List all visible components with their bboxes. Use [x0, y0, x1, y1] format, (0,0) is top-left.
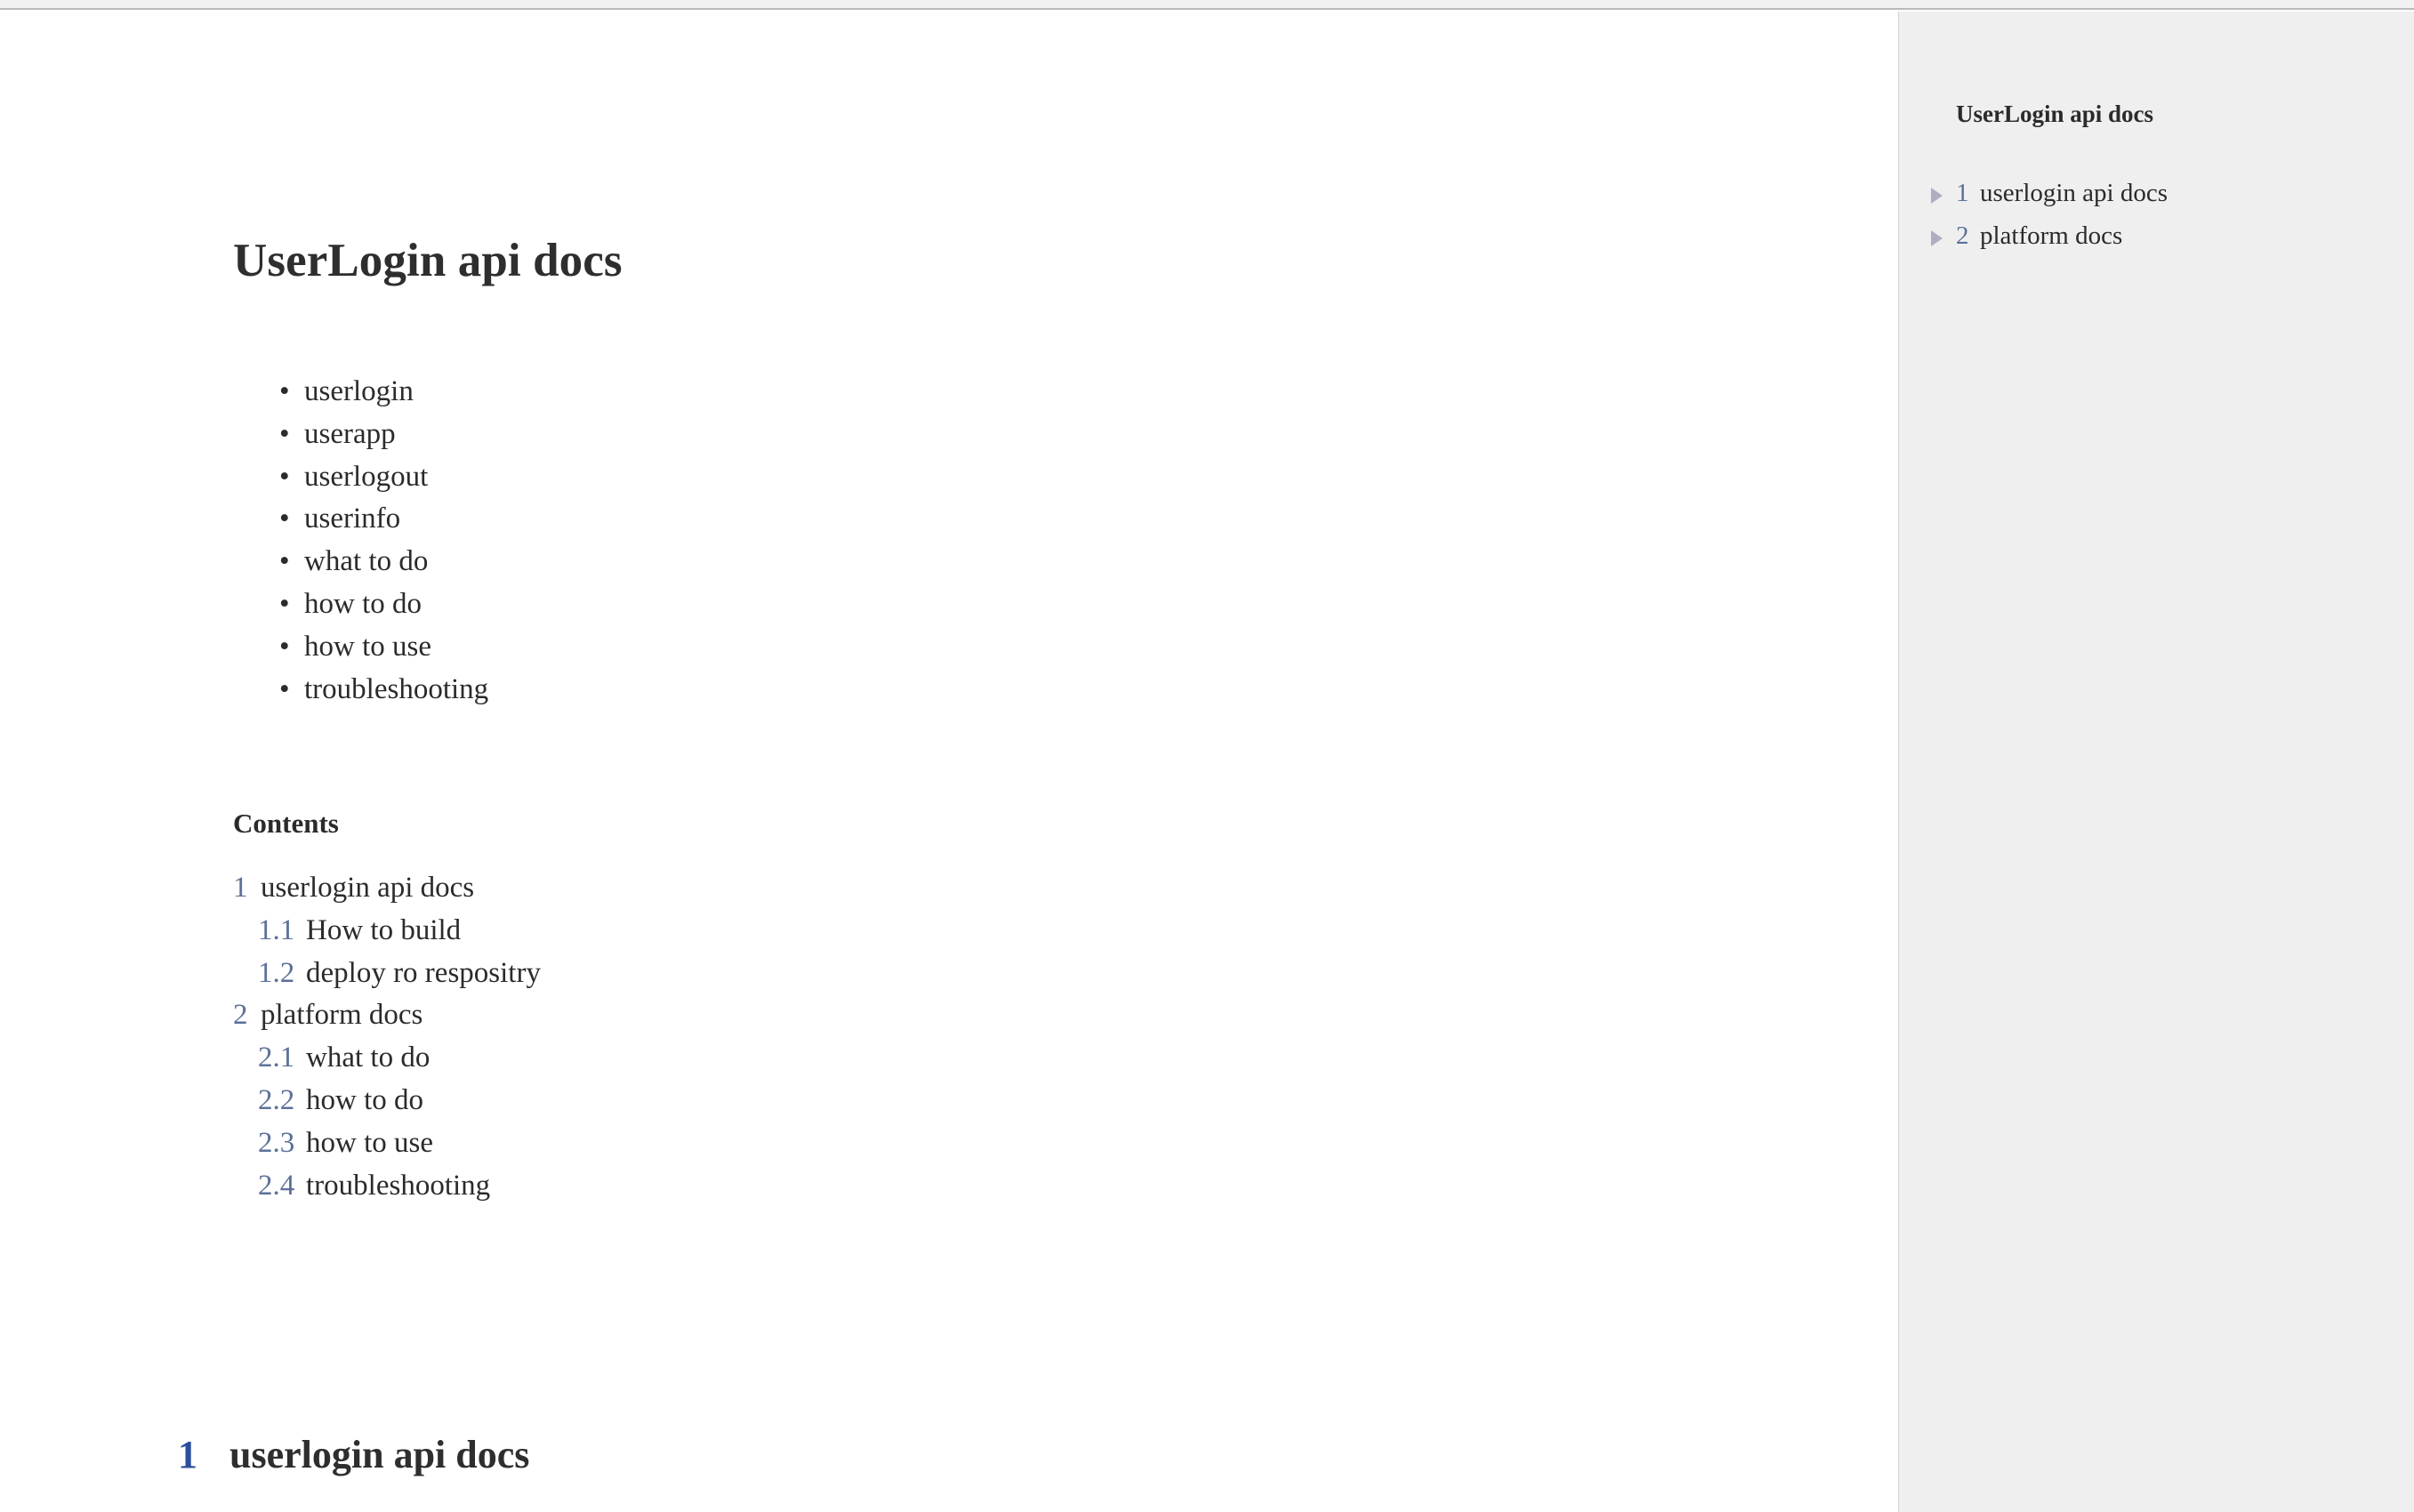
sidebar-item-number: 1 — [1956, 179, 1969, 207]
toc-entry-number: 2.1 — [258, 1042, 295, 1074]
sidebar-item-1[interactable]: 1 userlogin api docs — [1919, 172, 2399, 214]
list-item: • userinfo — [279, 498, 488, 541]
toc-entry-number: 2.4 — [258, 1169, 295, 1202]
page-title: UserLogin api docs — [233, 235, 623, 286]
toc-entry-label: How to build — [306, 913, 462, 946]
toc-entry-label: deploy ro respositry — [306, 956, 541, 989]
toc-entry-number: 1.1 — [258, 913, 295, 946]
section-heading-1: 1 userlogin api docs — [178, 1432, 529, 1477]
section-heading-number: 1 — [178, 1433, 197, 1476]
list-item: • userapp — [279, 414, 488, 456]
sidebar-outline-list: 1 userlogin api docs 2 platform docs — [1919, 172, 2399, 257]
toc-entry[interactable]: 2.3 how to use — [233, 1122, 541, 1165]
bullet-icon: • — [279, 545, 290, 578]
bullet-icon: • — [279, 375, 290, 407]
toc-entry-label: userlogin api docs — [261, 872, 475, 904]
toc-entry[interactable]: 1 userlogin api docs — [233, 867, 541, 910]
feature-list: • userlogin • userapp • userlogout • userinfo • w… — [279, 371, 488, 711]
list-item: • how to use — [279, 626, 488, 669]
triangle-right-icon[interactable] — [1931, 188, 1943, 204]
bullet-icon: • — [279, 417, 290, 450]
list-item-label: userinfo — [304, 503, 401, 535]
table-of-contents: 1 userlogin api docs 1.1 How to build 1.2 dep… — [233, 867, 541, 1207]
document-pane: UserLogin api docs • userlogin • userapp • us… — [0, 12, 1898, 1512]
toc-entry-label: platform docs — [261, 999, 423, 1032]
toc-entry[interactable]: 1.1 How to build — [233, 910, 541, 953]
toc-entry-number: 2 — [233, 999, 248, 1032]
list-item: • how to do — [279, 583, 488, 626]
toc-entry-number: 1 — [233, 872, 248, 904]
bullet-icon: • — [279, 503, 290, 535]
toc-entry[interactable]: 2.2 how to do — [233, 1080, 541, 1122]
list-item: • userlogout — [279, 456, 488, 499]
list-item: • userlogin — [279, 371, 488, 414]
workspace: UserLogin api docs • userlogin • userapp • us… — [0, 12, 2414, 1512]
toc-entry[interactable]: 2 platform docs — [233, 994, 541, 1037]
bullet-icon: • — [279, 630, 290, 663]
list-item-label: userlogin — [304, 375, 414, 407]
list-item-label: userlogout — [304, 460, 429, 493]
list-item-label: what to do — [304, 545, 429, 578]
window-top-strip — [0, 0, 2414, 10]
toc-entry-label: how to do — [306, 1083, 423, 1116]
sidebar-item-label: userlogin api docs — [1980, 179, 2169, 207]
outline-sidebar: UserLogin api docs 1 userlogin api docs 2 p… — [1898, 12, 2414, 1512]
sidebar-item-2[interactable]: 2 platform docs — [1919, 214, 2399, 257]
list-item: • what to do — [279, 541, 488, 583]
toc-entry-number: 2.3 — [258, 1126, 295, 1159]
list-item-label: userapp — [304, 417, 396, 450]
sidebar-title: UserLogin api docs — [1956, 101, 2154, 127]
sidebar-item-number: 2 — [1956, 221, 1969, 250]
section-heading-label: userlogin api docs — [229, 1433, 530, 1476]
bullet-icon: • — [279, 672, 290, 705]
triangle-right-icon[interactable] — [1931, 230, 1943, 246]
toc-entry-label: troubleshooting — [306, 1169, 491, 1202]
bullet-icon: • — [279, 587, 290, 620]
bullet-icon: • — [279, 460, 290, 493]
toc-entry[interactable]: 2.4 troubleshooting — [233, 1165, 541, 1208]
toc-entry-label: what to do — [306, 1042, 430, 1074]
list-item-label: how to do — [304, 587, 422, 620]
list-item-label: troubleshooting — [304, 672, 489, 705]
toc-entry[interactable]: 2.1 what to do — [233, 1037, 541, 1080]
sidebar-item-label: platform docs — [1980, 221, 2123, 250]
list-item: • troubleshooting — [279, 669, 488, 712]
list-item-label: how to use — [304, 630, 431, 663]
toc-entry[interactable]: 1.2 deploy ro respositry — [233, 953, 541, 995]
toc-entry-label: how to use — [306, 1126, 433, 1159]
toc-entry-number: 1.2 — [258, 956, 295, 989]
contents-heading: Contents — [233, 808, 339, 839]
toc-entry-number: 2.2 — [258, 1083, 295, 1116]
